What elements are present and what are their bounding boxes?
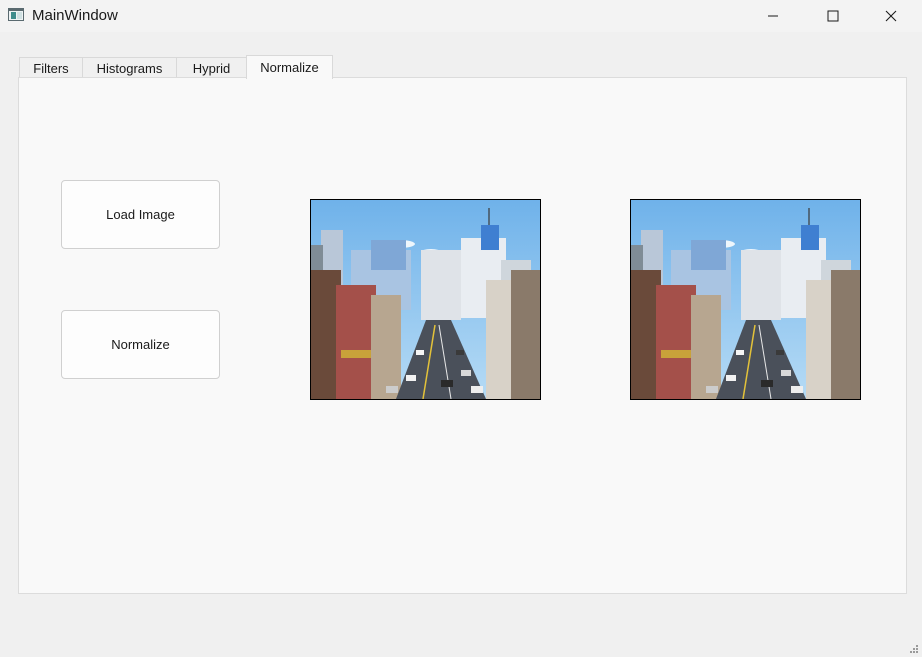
- window-title: MainWindow: [32, 7, 118, 24]
- tab-filters[interactable]: Filters: [19, 57, 83, 78]
- output-image: [630, 199, 861, 400]
- minimize-icon: [768, 15, 778, 17]
- city-street-photo: [631, 200, 860, 399]
- maximize-icon: [827, 10, 839, 22]
- city-street-photo: [311, 200, 540, 399]
- close-button[interactable]: [868, 0, 914, 32]
- maximize-button[interactable]: [810, 0, 856, 32]
- resize-grip-icon[interactable]: [909, 644, 919, 654]
- tab-hyprid[interactable]: Hyprid: [176, 57, 247, 78]
- load-image-button[interactable]: Load Image: [61, 180, 220, 249]
- close-icon: [885, 10, 897, 22]
- input-image: [310, 199, 541, 400]
- minimize-button[interactable]: [750, 0, 796, 32]
- tab-normalize[interactable]: Normalize: [246, 55, 333, 79]
- app-window-icon: [8, 8, 24, 21]
- tab-histograms[interactable]: Histograms: [82, 57, 177, 78]
- title-bar: MainWindow: [0, 0, 922, 32]
- normalize-button[interactable]: Normalize: [61, 310, 220, 379]
